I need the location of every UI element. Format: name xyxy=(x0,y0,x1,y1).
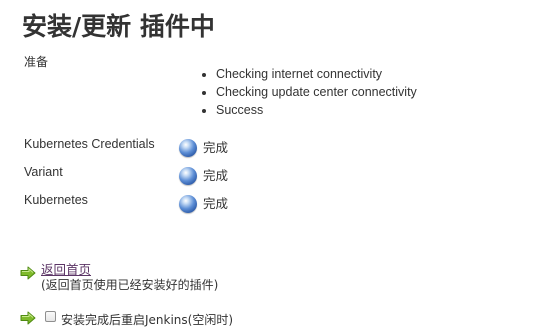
plugin-name: Variant xyxy=(24,165,63,179)
preparation-step: Checking update center connectivity xyxy=(216,83,417,101)
page-title: 安装/更新 插件中 xyxy=(22,12,215,41)
blue-ball-icon xyxy=(179,195,197,213)
plugin-status: 完成 xyxy=(203,140,229,155)
preparation-steps: Checking internet connectivity Checking … xyxy=(200,65,417,119)
blue-ball-icon xyxy=(179,167,197,185)
plugin-status: 完成 xyxy=(203,196,229,211)
preparation-label: 准备 xyxy=(24,55,49,69)
plugin-status: 完成 xyxy=(203,168,229,183)
preparation-step: Checking internet connectivity xyxy=(216,65,417,83)
plugin-row-variant: Variant 完成 xyxy=(0,165,541,189)
restart-checkbox[interactable] xyxy=(45,311,56,322)
plugin-row-kubernetes-credentials: Kubernetes Credentials 完成 xyxy=(0,137,541,161)
green-arrow-icon xyxy=(20,266,36,280)
preparation-step: Success xyxy=(216,101,417,119)
blue-ball-icon xyxy=(179,139,197,157)
green-arrow-icon xyxy=(20,311,36,325)
plugin-name: Kubernetes xyxy=(24,193,88,207)
plugin-row-kubernetes: Kubernetes 完成 xyxy=(0,193,541,217)
back-note: (返回首页使用已经安装好的插件) xyxy=(41,278,219,292)
plugin-name: Kubernetes Credentials xyxy=(24,137,155,151)
restart-checkbox-label[interactable]: 安装完成后重启Jenkins(空闲时) xyxy=(61,311,233,328)
